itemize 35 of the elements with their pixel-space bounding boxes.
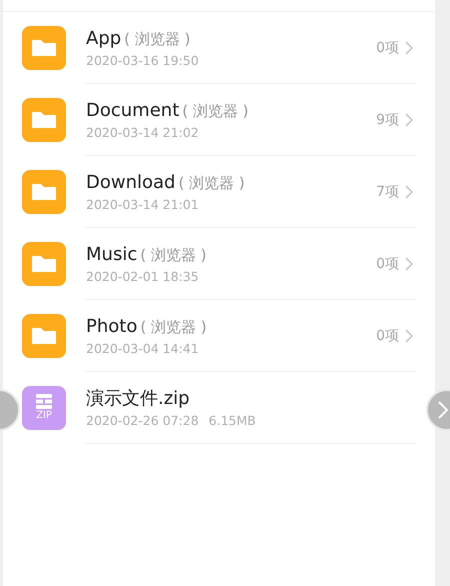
- source-label: ( 浏览器 ): [182, 101, 249, 122]
- chevron-right-icon: [405, 113, 413, 127]
- size-text: 6.15MB: [208, 412, 256, 430]
- zip-file-icon: ZIP: [22, 386, 66, 430]
- source-label: ( 浏览器 ): [124, 29, 190, 50]
- item-count: 7项: [376, 182, 399, 202]
- file-name: App: [86, 27, 122, 51]
- folder-icon: [22, 242, 66, 286]
- date-text: 2020-03-14 21:02: [86, 124, 199, 142]
- file-name: 演示文件.zip: [86, 387, 190, 411]
- date-text: 2020-03-16 19:50: [86, 52, 199, 70]
- file-name: Document: [86, 99, 180, 123]
- source-label: ( 浏览器 ): [178, 173, 245, 194]
- chevron-right-icon: [405, 41, 413, 55]
- folder-icon: [22, 314, 66, 358]
- folder-icon: [22, 170, 66, 214]
- source-label: ( 浏览器 ): [140, 317, 207, 338]
- date-text: 2020-02-01 18:35: [86, 268, 199, 286]
- date-text: 2020-03-14 21:01: [86, 196, 199, 214]
- date-text: 2020-02-26 07:28: [86, 412, 199, 430]
- file-name: Photo: [86, 315, 138, 339]
- source-label: ( 浏览器 ): [140, 245, 206, 266]
- folder-icon: [22, 98, 66, 142]
- date-text: 2020-03-04 14:41: [86, 340, 199, 358]
- file-name: Music: [86, 243, 138, 267]
- item-count: 0项: [376, 254, 399, 274]
- chevron-right-icon: [405, 329, 413, 343]
- item-count: 9项: [376, 110, 399, 130]
- file-name: Download: [86, 171, 176, 195]
- item-count: 0项: [376, 38, 399, 58]
- chevron-right-icon: [405, 185, 413, 199]
- folder-icon: [22, 26, 66, 70]
- chevron-right-icon: [405, 257, 413, 271]
- item-count: 0项: [376, 326, 399, 346]
- chevron-right-icon: [438, 401, 448, 419]
